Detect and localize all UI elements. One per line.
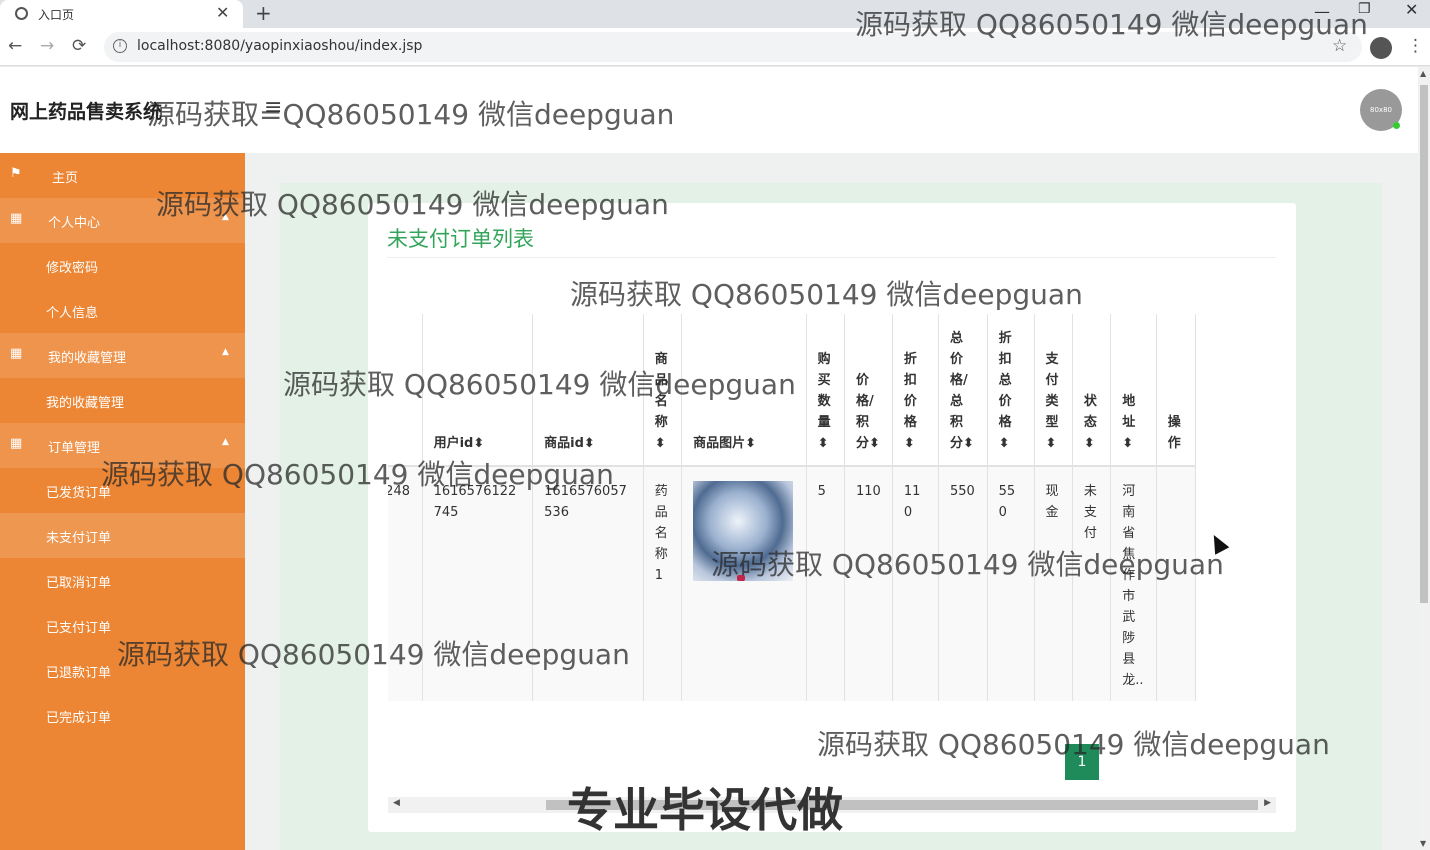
watermark-text: 源码获取 QQ86050149 微信deepguan (283, 368, 796, 401)
vertical-scrollbar[interactable]: ▲ ▼ (1418, 67, 1430, 850)
cell-discount-total: 550 (987, 466, 1035, 701)
col-address[interactable]: 地址⬍ (1110, 314, 1157, 467)
cell-price: 110 (844, 466, 893, 701)
scroll-down-icon[interactable]: ▼ (1420, 839, 1426, 848)
caret-up-icon: ▲ (222, 437, 229, 447)
sidebar-item-label: 主页 (52, 171, 79, 186)
col-pay-type[interactable]: 支付类型⬍ (1034, 314, 1073, 467)
new-tab-button[interactable]: + (255, 1, 272, 25)
forward-icon[interactable]: → (40, 36, 54, 56)
sidebar-item-label: 个人中心 (48, 216, 101, 231)
caret-up-icon: ▲ (222, 347, 229, 357)
watermark-text: 源码获取 QQ86050149 微信deepguan (101, 458, 614, 491)
grid-icon: ▦ (10, 346, 23, 361)
watermark-text: 源码获取=QQ86050149 微信deepguan (147, 98, 675, 131)
cell-pay-type: 现金 (1034, 466, 1073, 701)
account-icon[interactable] (1370, 37, 1392, 59)
scroll-left-icon[interactable]: ◀ (393, 798, 400, 808)
col-quantity[interactable]: 购买数量⬍ (806, 314, 845, 467)
back-icon[interactable]: ← (8, 36, 22, 56)
cell-quantity: 5 (806, 466, 845, 701)
globe-icon (15, 7, 28, 20)
sidebar-item-label: 我的收藏管理 (46, 396, 125, 411)
col-discount-price[interactable]: 折扣价格⬍ (892, 314, 939, 467)
col-actions: 操作 (1156, 314, 1197, 467)
browser-menu-icon[interactable]: ⋮ (1407, 36, 1424, 56)
avatar[interactable]: 80x80 (1360, 89, 1402, 131)
title-divider (387, 257, 1276, 258)
sidebar-item-unpaid-orders[interactable]: 未支付订单 (0, 513, 245, 558)
col-price[interactable]: 价格/积分⬍ (844, 314, 893, 467)
sidebar-item-label: 已取消订单 (46, 576, 112, 591)
sidebar-item-label: 个人信息 (46, 306, 99, 321)
watermark-text: 源码获取 QQ86050149 微信deepguan (855, 8, 1368, 41)
close-window-icon[interactable]: ✕ (1405, 0, 1418, 19)
cell-product-image (681, 466, 807, 701)
reload-icon[interactable]: ⟳ (72, 36, 86, 56)
sidebar-item-label: 已完成订单 (46, 711, 112, 726)
page-title: 未支付订单列表 (387, 227, 534, 251)
info-icon[interactable]: i (113, 39, 127, 53)
col-discount-total[interactable]: 折扣总价格⬍ (987, 314, 1035, 467)
sidebar-item-label: 修改密码 (46, 261, 99, 276)
sidebar-item-cancelled-orders[interactable]: 已取消订单 (0, 558, 245, 603)
sidebar-item-favorites[interactable]: 我的收藏管理 (0, 378, 245, 423)
sidebar-item-completed-orders[interactable]: 已完成订单 (0, 693, 245, 738)
watermark-text: 源码获取 QQ86050149 微信deepguan (156, 188, 669, 221)
sidebar-item-profile[interactable]: 个人信息 (0, 288, 245, 333)
watermark-big-text: 专业毕设代做 (567, 783, 843, 837)
col-total-price[interactable]: 总价格/总积分⬍ (938, 314, 988, 467)
sidebar-item-label: 订单管理 (48, 441, 101, 456)
grid-icon: ▦ (10, 211, 23, 226)
sidebar-item-label: 我的收藏管理 (48, 351, 127, 366)
close-tab-icon[interactable]: ✕ (216, 3, 229, 22)
online-status-dot (1393, 122, 1400, 129)
cell-status: 未支付 (1072, 466, 1112, 701)
sidebar-item-label: 未支付订单 (46, 531, 112, 546)
cell-product-name: 药品名称1 (643, 466, 683, 701)
avatar-label: 80x80 (1370, 106, 1392, 114)
scroll-up-icon[interactable]: ▲ (1420, 69, 1426, 78)
scroll-right-icon[interactable]: ▶ (1264, 798, 1271, 808)
url-text[interactable]: localhost:8080/yaopinxiaoshou/index.jsp (137, 38, 422, 54)
browser-tab[interactable]: 入口页 ✕ (0, 0, 243, 28)
sidebar-item-label: 已退款订单 (46, 666, 112, 681)
sidebar: ⚑ 主页 ▦ 个人中心 ▲ 修改密码 个人信息 ▦ 我的收藏管理 ▲ 我的收藏管… (0, 153, 245, 850)
sidebar-group-favorites[interactable]: ▦ 我的收藏管理 ▲ (0, 333, 245, 378)
watermark-text: 源码获取 QQ86050149 微信deepguan (711, 548, 1224, 581)
watermark-text: 源码获取 QQ86050149 微信deepguan (570, 278, 1083, 311)
watermark-text: 源码获取 QQ86050149 微信deepguan (117, 638, 630, 671)
grid-icon: ▦ (10, 436, 23, 451)
watermark-text: 源码获取 QQ86050149 微信deepguan (817, 728, 1330, 761)
col-status[interactable]: 状态⬍ (1072, 314, 1112, 467)
sidebar-item-label: 已支付订单 (46, 621, 112, 636)
flag-icon: ⚑ (10, 166, 22, 181)
cell-discount-price: 110 (892, 466, 939, 701)
cell-actions (1156, 466, 1197, 701)
sidebar-item-change-password[interactable]: 修改密码 (0, 243, 245, 288)
vertical-scroll-thumb[interactable] (1420, 85, 1428, 603)
cell-total-price: 550 (938, 466, 988, 701)
tab-title: 入口页 (38, 8, 75, 22)
cell-address: 河南省焦作市武陟县龙.. (1110, 466, 1157, 701)
app-title: 网上药品售卖系统 (10, 101, 163, 123)
